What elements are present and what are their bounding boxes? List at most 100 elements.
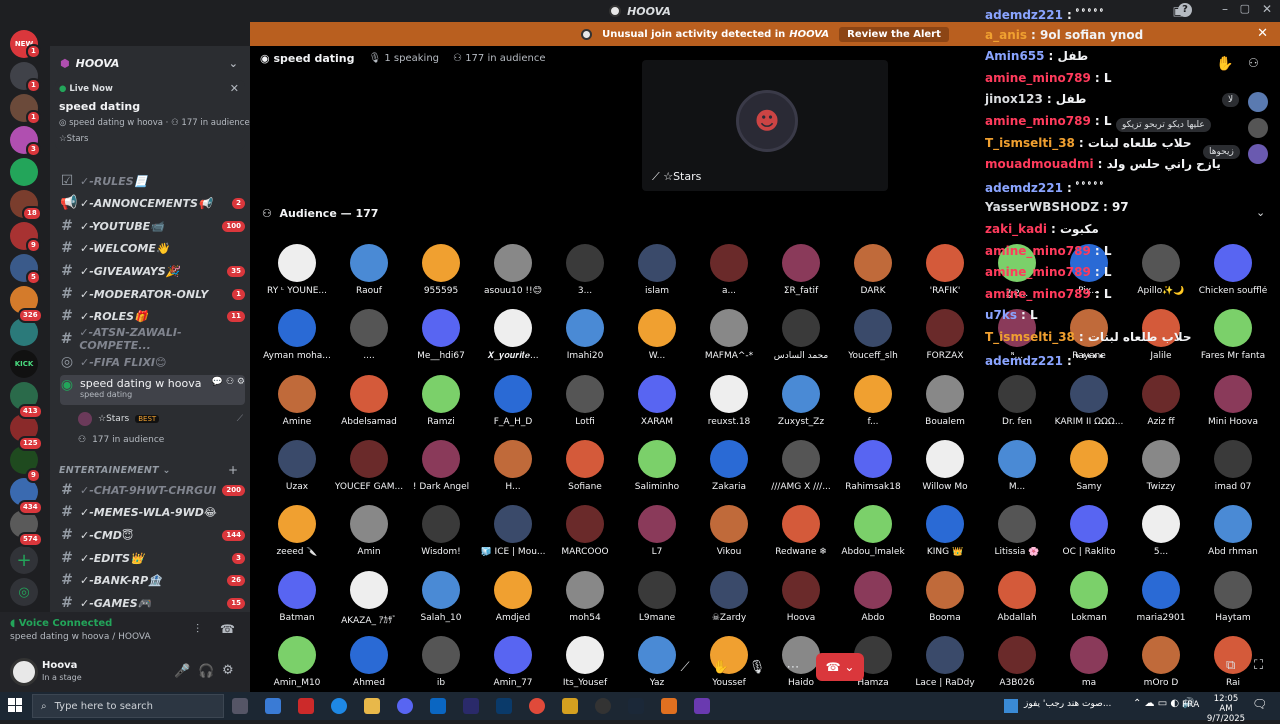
- audience-member[interactable]: 3...: [549, 244, 621, 308]
- add-server-icon[interactable]: +: [10, 546, 38, 574]
- audience-member[interactable]: ///AMG X ///...: [765, 439, 837, 504]
- audience-member[interactable]: Aziz ff: [1125, 374, 1197, 439]
- voice-status[interactable]: ◖ Voice Connected: [10, 618, 112, 629]
- audience-member[interactable]: 'RAFIK': [909, 244, 981, 308]
- audience-member[interactable]: XARAM: [621, 374, 693, 439]
- explorer-icon[interactable]: [364, 698, 380, 714]
- channel-memes[interactable]: # ✓-MEMES-WLA-9WD😂: [60, 502, 245, 522]
- stage-actions-icon[interactable]: 💬 ⚇ ⚙: [212, 377, 245, 387]
- audience-member[interactable]: Sofiane: [549, 439, 621, 504]
- language[interactable]: FRA: [1182, 700, 1199, 710]
- audience-member[interactable]: Ahmed: [333, 635, 405, 700]
- audience-member[interactable]: moh54: [549, 570, 621, 635]
- channel-bank[interactable]: # ✓-BANK-RP🏦 26: [60, 570, 245, 590]
- illustrator-icon[interactable]: [298, 698, 314, 714]
- close-window-icon[interactable]: ✕: [1262, 2, 1272, 16]
- audience-member[interactable]: A3B026: [981, 635, 1053, 700]
- audience-member[interactable]: Zuxyst_Zz: [765, 374, 837, 439]
- audience-member[interactable]: Hoova: [765, 570, 837, 635]
- review-alert-button[interactable]: Review the Alert: [839, 26, 949, 42]
- store-icon[interactable]: [265, 698, 281, 714]
- audience-member[interactable]: Amdjed: [477, 570, 549, 635]
- chevron-down-icon[interactable]: ⌄: [1256, 206, 1265, 219]
- popout-icon[interactable]: ⧉: [1226, 658, 1235, 673]
- audience-member[interactable]: Dr. fen: [981, 374, 1053, 439]
- notification-icon[interactable]: 🗨: [1252, 697, 1267, 711]
- noise-icon[interactable]: ⫶: [196, 622, 199, 637]
- audience-member[interactable]: Zakaria: [693, 439, 765, 504]
- audience-member[interactable]: islam: [621, 244, 693, 308]
- audience-member[interactable]: Amin: [333, 505, 405, 569]
- audience-member[interactable]: ib: [405, 635, 477, 700]
- audience-member[interactable]: L7: [621, 505, 693, 569]
- audience-member[interactable]: Raouf: [333, 244, 405, 308]
- audience-member[interactable]: Willow Mo: [909, 439, 981, 504]
- channel-roles[interactable]: # ✓-ROLES🎁 11: [60, 306, 245, 326]
- channel-stage-active[interactable]: ◉ speed dating w hoova speed dating 💬 ⚇ …: [60, 375, 245, 405]
- channel-games[interactable]: # ✓-GAMES🎮 15: [60, 593, 245, 613]
- audience-member[interactable]: Booma: [909, 570, 981, 635]
- server-icon-kick[interactable]: KICK: [10, 350, 38, 378]
- app-icon[interactable]: [694, 698, 710, 714]
- audience-member[interactable]: Vikou: [693, 505, 765, 569]
- channel-chat[interactable]: # ✓-CHAT-9HWT-CHRGUI 200: [60, 480, 245, 500]
- audience-member[interactable]: MARCOOO: [549, 505, 621, 569]
- audience-member[interactable]: Lokman: [1053, 570, 1125, 635]
- audience-member[interactable]: Wisdom!: [405, 505, 477, 569]
- audience-member[interactable]: Abdallah: [981, 570, 1053, 635]
- app-icon[interactable]: [595, 698, 611, 714]
- audience-member[interactable]: OC | Raklito: [1053, 505, 1125, 569]
- outlook-icon[interactable]: [430, 698, 446, 714]
- premiere-icon[interactable]: [463, 698, 479, 714]
- audience-member[interactable]: ....: [333, 309, 405, 373]
- chrome-icon[interactable]: [529, 698, 545, 714]
- news-widget[interactable]: صوت هند رجب' يفوز...: [1024, 699, 1111, 709]
- audience-member[interactable]: YOUCEF GAM...: [333, 439, 405, 504]
- channel-atsn[interactable]: # ✓-ATSN-ZAWALI-COMPETE...: [60, 326, 245, 352]
- audience-member[interactable]: محمد السادس: [765, 309, 837, 373]
- audience-member[interactable]: a...: [693, 244, 765, 308]
- audience-member[interactable]: Haytam: [1197, 570, 1269, 635]
- members-icon[interactable]: ⚇: [1248, 56, 1259, 70]
- audience-member[interactable]: Batman: [261, 570, 333, 635]
- channel-youtube[interactable]: # ✓-YOUTUBE📹 100: [60, 216, 245, 236]
- chevron-down-icon[interactable]: ⌄: [229, 57, 238, 70]
- avatar[interactable]: [1248, 118, 1268, 138]
- dismiss-alert-icon[interactable]: ✕: [1257, 26, 1268, 41]
- fullscreen-icon[interactable]: ⛶: [1254, 658, 1263, 673]
- audience-member[interactable]: 🧊 ICE | Mou...: [477, 505, 549, 569]
- steam-icon[interactable]: [628, 698, 644, 714]
- close-icon[interactable]: ✕: [230, 82, 239, 95]
- avatar[interactable]: [10, 658, 38, 686]
- audience-member[interactable]: ma: [1053, 635, 1125, 700]
- audience-member[interactable]: Amin_77: [477, 635, 549, 700]
- discover-icon[interactable]: ◎: [10, 578, 38, 606]
- audience-member[interactable]: MAFMA^-*: [693, 309, 765, 373]
- task-view-icon[interactable]: [232, 698, 248, 714]
- audience-member[interactable]: FORZAX: [909, 309, 981, 373]
- audience-member[interactable]: Imahi20: [549, 309, 621, 373]
- audience-member[interactable]: Ramzi: [405, 374, 477, 439]
- leave-stage-button[interactable]: ☎ ⌄: [816, 653, 864, 681]
- audience-member[interactable]: asouu10 !!😊: [477, 244, 549, 308]
- mic-off-icon[interactable]: ⟋: [672, 654, 698, 680]
- audience-member[interactable]: Me__hdi67: [405, 309, 477, 373]
- audience-member[interactable]: Abdou_lmalek: [837, 505, 909, 569]
- audience-member[interactable]: Ayman moha...: [261, 309, 333, 373]
- request-speak-icon[interactable]: 🎙: [744, 654, 770, 680]
- audience-member[interactable]: 𝑿_𝒚𝒐𝒖𝒓𝒊𝒕𝒆...: [477, 309, 549, 373]
- raise-hand-icon[interactable]: ✋: [1216, 56, 1233, 72]
- audience-member[interactable]: AKAZA_ ｱｶｻﾞ: [333, 570, 405, 635]
- audience-member[interactable]: maria2901: [1125, 570, 1197, 635]
- channel-rules[interactable]: ☑ ✓-RULES📃: [60, 171, 245, 191]
- audience-member[interactable]: Mini Hoova: [1197, 374, 1269, 439]
- audience-member[interactable]: Rahimsak18: [837, 439, 909, 504]
- channel-giveaways[interactable]: # ✓-GIVEAWAYS🎉 35: [60, 261, 245, 281]
- audience-member[interactable]: 5...: [1125, 505, 1197, 569]
- voice-channel[interactable]: speed dating w hoova / HOOVA: [10, 632, 151, 642]
- audience-member[interactable]: Redwane ❄: [765, 505, 837, 569]
- audience-member[interactable]: Abdelsamad: [333, 374, 405, 439]
- audience-member[interactable]: ! Dark Angel: [405, 439, 477, 504]
- audience-member[interactable]: ΣR_fatif: [765, 244, 837, 308]
- audience-member[interactable]: Lotfi: [549, 374, 621, 439]
